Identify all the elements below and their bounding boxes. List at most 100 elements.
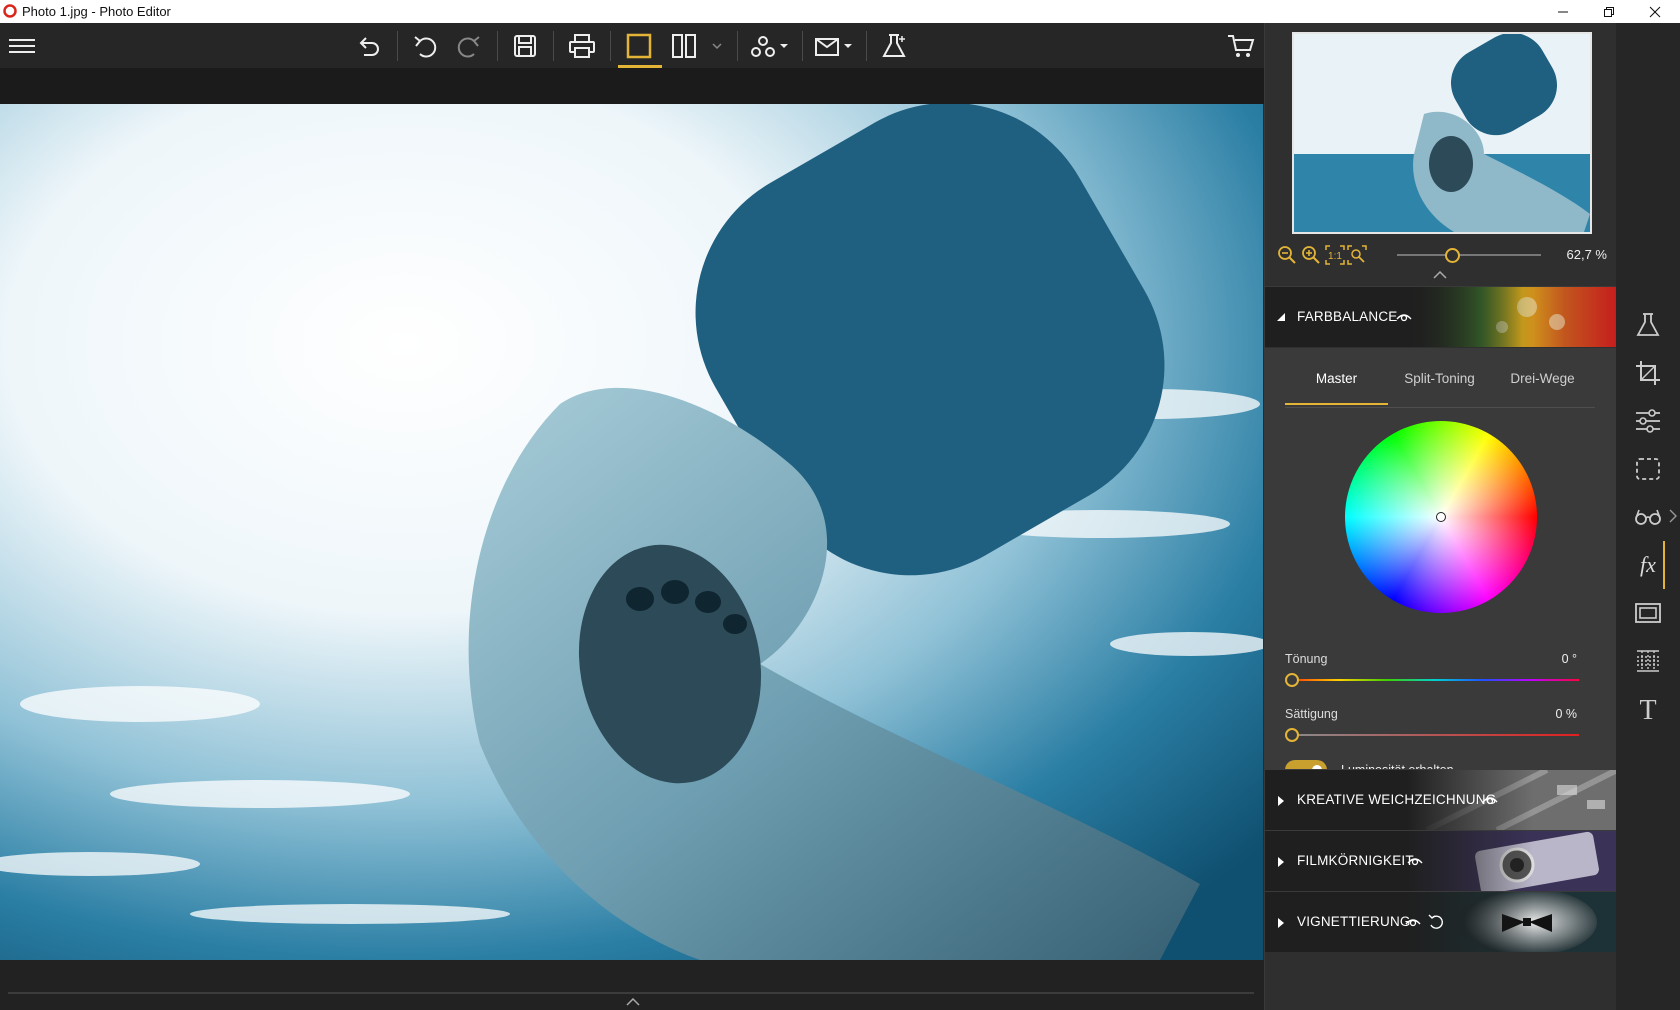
frame-icon: [1635, 603, 1661, 623]
collapsed-triangle-icon: [1278, 796, 1284, 806]
chevron-down-icon: [712, 43, 722, 50]
crop-icon: [1636, 361, 1660, 385]
title-bar: Photo 1.jpg - Photo Editor: [0, 0, 1680, 23]
rail-adjust-button[interactable]: [1632, 405, 1664, 437]
adjustments-panel: 1:1 62,7 % FARBBALANCE Master Split-Toni…: [1264, 23, 1617, 1010]
toolbar-divider: [610, 31, 611, 61]
navigator-preview: [1294, 34, 1590, 232]
rail-crop-button[interactable]: [1632, 357, 1664, 389]
undo-history-icon: [359, 37, 379, 56]
toolbar-divider: [737, 31, 738, 61]
single-view-icon: [626, 33, 652, 59]
rail-active-indicator: [1663, 541, 1665, 589]
chevron-right-icon[interactable]: [1669, 509, 1677, 523]
zoom-in-icon[interactable]: [1301, 245, 1321, 265]
toolbar-divider: [397, 31, 398, 61]
print-button[interactable]: [565, 29, 599, 63]
rail-frame-button[interactable]: [1632, 597, 1664, 629]
view-dropdown-button[interactable]: [702, 29, 732, 63]
close-button[interactable]: [1632, 0, 1678, 23]
tab-split-toning[interactable]: Split-Toning: [1388, 371, 1491, 401]
thumbnail-fade: [1407, 831, 1617, 891]
hue-value: 0 °: [1561, 652, 1577, 666]
menu-button[interactable]: [5, 29, 39, 63]
rail-lab-button[interactable]: [1632, 309, 1664, 341]
restore-button[interactable]: [1586, 0, 1632, 23]
hue-slider-track[interactable]: [1291, 679, 1579, 681]
color-wheel-picker[interactable]: [1436, 512, 1446, 522]
send-icon: [815, 38, 852, 56]
tab-drei-wege[interactable]: Drei-Wege: [1491, 371, 1594, 401]
fit-to-window-icon[interactable]: [1347, 245, 1367, 265]
app-logo-icon: [3, 4, 17, 18]
restore-icon: [1604, 6, 1614, 17]
actual-size-icon[interactable]: 1:1: [1325, 245, 1345, 265]
split-view-button[interactable]: [667, 29, 701, 63]
svg-text:1:1: 1:1: [1328, 251, 1342, 262]
saturation-slider-handle[interactable]: [1285, 728, 1299, 742]
collapse-navigator-icon[interactable]: [1433, 271, 1447, 279]
minimize-button[interactable]: [1540, 0, 1586, 23]
adjust-sliders-icon: [1636, 409, 1660, 433]
rail-text-button[interactable]: T: [1632, 693, 1664, 725]
chevron-up-icon[interactable]: [626, 998, 640, 1006]
active-tab-indicator: [1285, 403, 1388, 405]
close-icon: [1649, 6, 1661, 17]
tab-master[interactable]: Master: [1285, 371, 1388, 401]
send-button[interactable]: [812, 29, 856, 63]
saturation-label: Sättigung: [1285, 707, 1338, 721]
main-toolbar: [0, 23, 1264, 68]
section-farbbalance[interactable]: FARBBALANCE: [1265, 286, 1617, 347]
toolbar-divider: [802, 31, 803, 61]
color-wheel[interactable]: [1345, 421, 1537, 613]
navigator-thumbnail[interactable]: [1292, 32, 1592, 234]
toolbar-divider: [497, 31, 498, 61]
share-button[interactable]: [748, 29, 792, 63]
filmstrip-bar: [0, 960, 1264, 1010]
rail-fx-button[interactable]: fx: [1632, 549, 1664, 581]
single-view-button[interactable]: [622, 29, 656, 63]
visibility-eye-icon[interactable]: [1482, 794, 1498, 806]
minimize-icon: [1558, 11, 1568, 12]
section-title: KREATIVE WEICHZEICHNUNG: [1297, 792, 1497, 807]
section-kreative-weichzeichnung[interactable]: KREATIVE WEICHZEICHNUNG: [1265, 769, 1617, 830]
section-title: FARBBALANCE: [1297, 309, 1398, 324]
reset-icon[interactable]: [1427, 913, 1443, 929]
effects-lab-button[interactable]: [878, 29, 912, 63]
zoom-controls: 1:1 62,7 %: [1275, 243, 1611, 267]
redo-button[interactable]: [452, 29, 486, 63]
save-button[interactable]: [508, 29, 542, 63]
share-icon: [751, 36, 788, 57]
zoom-slider-handle[interactable]: [1445, 248, 1460, 263]
print-icon: [569, 34, 595, 58]
saturation-slider-track[interactable]: [1291, 734, 1579, 736]
shop-button[interactable]: [1224, 29, 1258, 63]
zoom-out-icon[interactable]: [1277, 245, 1297, 265]
undo-button[interactable]: [408, 29, 442, 63]
visibility-eye-icon[interactable]: [1407, 855, 1423, 867]
saturation-value: 0 %: [1555, 707, 1577, 721]
cart-icon: [1228, 35, 1255, 57]
rail-selection-button[interactable]: [1632, 453, 1664, 485]
zoom-slider-track[interactable]: [1397, 254, 1541, 256]
photo-canvas[interactable]: [0, 104, 1263, 960]
window-title: Photo 1.jpg - Photo Editor: [22, 4, 171, 19]
section-filmkoernigkeit[interactable]: FILMKÖRNIGKEIT: [1265, 830, 1617, 891]
revert-button[interactable]: [351, 29, 385, 63]
svg-text:T: T: [1639, 695, 1656, 723]
hue-slider-handle[interactable]: [1285, 673, 1299, 687]
fx-icon: fx: [1640, 552, 1656, 577]
canvas-header: [0, 68, 1264, 104]
glasses-icon: [1635, 509, 1661, 525]
toolbar-divider: [866, 31, 867, 61]
section-title: VIGNETTIERUNG: [1297, 914, 1411, 929]
visibility-eye-icon[interactable]: [1396, 311, 1412, 323]
rail-texture-button[interactable]: [1632, 645, 1664, 677]
redo-icon: [457, 36, 480, 58]
hue-label: Tönung: [1285, 652, 1328, 666]
text-icon: T: [1639, 695, 1656, 723]
section-vignettierung[interactable]: VIGNETTIERUNG: [1265, 891, 1617, 952]
visibility-eye-icon[interactable]: [1405, 916, 1421, 928]
rail-glasses-button[interactable]: [1632, 501, 1664, 533]
menu-icon: [9, 39, 35, 53]
